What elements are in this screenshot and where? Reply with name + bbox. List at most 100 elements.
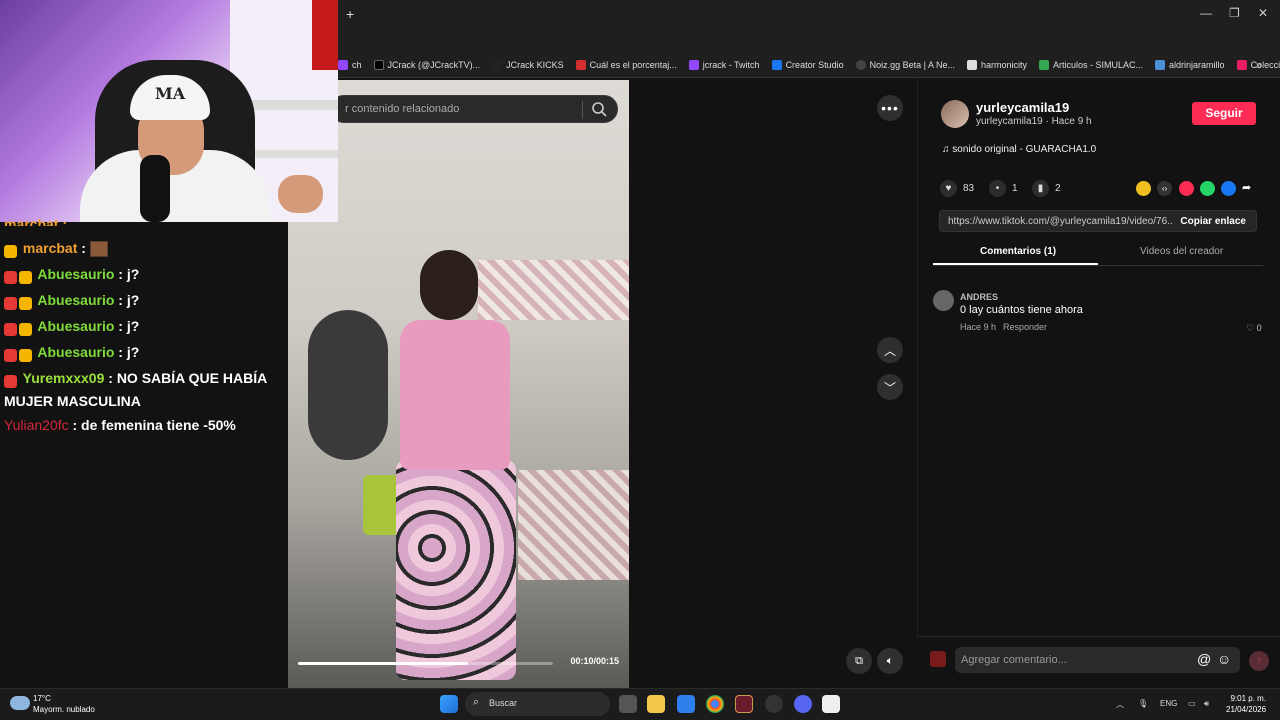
- bookmark-item[interactable]: jcrack - Twitch: [688, 60, 760, 70]
- share-friends-icon[interactable]: [1136, 181, 1151, 196]
- bookmark-item[interactable]: Articulos - SIMULAC...: [1039, 60, 1143, 70]
- obs-icon[interactable]: [735, 695, 753, 713]
- chat-username[interactable]: Yuremxxx09: [23, 370, 105, 386]
- video-scene-curtain: [478, 260, 629, 320]
- streamer-webcam: MA: [0, 0, 338, 222]
- comment-like-button[interactable]: ♡ 0: [1246, 323, 1262, 334]
- heart-outline-icon: ♡: [1246, 323, 1257, 333]
- whatsapp-icon[interactable]: [1200, 181, 1215, 196]
- tray-expand-icon[interactable]: ︿: [1116, 699, 1124, 710]
- commenter-avatar[interactable]: [933, 290, 954, 311]
- video-url[interactable]: https://www.tiktok.com/@yurleycamila19/v…: [948, 216, 1172, 227]
- document-icon[interactable]: [822, 695, 840, 713]
- commenter-name[interactable]: ANDRES: [960, 292, 998, 302]
- bookmark-item[interactable]: Noiz.gg Beta | A Ne...: [855, 60, 955, 70]
- kick-icon: [492, 60, 503, 70]
- taskbar-search[interactable]: ⌕ Buscar: [465, 692, 610, 716]
- weather-temp: 17°C: [33, 694, 51, 703]
- share-icon[interactable]: ➦: [1242, 181, 1257, 196]
- chat-text: : j?: [118, 292, 140, 308]
- facebook-icon: [771, 60, 782, 70]
- chat-username[interactable]: Abuesaurio: [37, 266, 114, 282]
- bookmark-item[interactable]: harmonicity: [966, 60, 1027, 70]
- app-icon[interactable]: [765, 695, 783, 713]
- reply-button[interactable]: Responder: [1003, 322, 1047, 332]
- chat-message: marcbat :: [4, 238, 284, 261]
- bookmark-item[interactable]: JCrack KICKS: [492, 60, 564, 70]
- cam-red-decor: [312, 0, 338, 70]
- task-view-icon[interactable]: [619, 695, 637, 713]
- bookmark-item[interactable]: JCrack (@JCrackTV)...: [373, 60, 480, 70]
- restore-icon[interactable]: ❐: [1229, 6, 1240, 20]
- save-button[interactable]: ▮ 2: [1032, 180, 1061, 197]
- creator-avatar[interactable]: [941, 100, 969, 128]
- previous-video-button[interactable]: ︿: [877, 337, 903, 363]
- chevron-down-icon: ﹀: [883, 380, 896, 395]
- chat-username[interactable]: marcbat: [23, 240, 77, 256]
- badge-icon: [4, 240, 19, 261]
- mention-icon[interactable]: @: [1197, 651, 1211, 667]
- video-player[interactable]: 00:10/00:15: [288, 80, 629, 688]
- chat-message: Abuesaurio : j?: [4, 290, 284, 313]
- bookmark-item[interactable]: Creator Studio: [771, 60, 844, 70]
- bookmarks-more-icon[interactable]: »: [1256, 60, 1262, 72]
- more-options-button[interactable]: •••: [877, 95, 903, 121]
- send-icon[interactable]: [1179, 181, 1194, 196]
- video-progress-bar[interactable]: [298, 662, 553, 665]
- system-clock[interactable]: 9:01 p. m. 21/04/2026: [1226, 693, 1266, 715]
- chat-username[interactable]: Yulian20fc: [4, 417, 69, 433]
- comment-input[interactable]: Agregar comentario... @ ☺: [955, 647, 1240, 673]
- bookmark-item[interactable]: ch: [338, 60, 362, 70]
- video-scene-dancer-head: [420, 250, 478, 320]
- chrome-icon[interactable]: [706, 695, 724, 713]
- network-icon[interactable]: ▭: [1188, 699, 1196, 708]
- file-explorer-icon[interactable]: [647, 695, 665, 713]
- copy-link-button[interactable]: Copiar enlace: [1180, 216, 1246, 227]
- chat-message: Abuesaurio : j?: [4, 264, 284, 287]
- pip-button[interactable]: ⧉: [846, 648, 872, 674]
- speaker-icon[interactable]: 🔊︎: [1204, 699, 1209, 709]
- mail-icon[interactable]: [677, 695, 695, 713]
- close-icon[interactable]: ✕: [1258, 6, 1268, 20]
- microphone-icon[interactable]: 🎙︎: [1138, 699, 1148, 708]
- embed-icon[interactable]: ‹›: [1157, 181, 1172, 196]
- search-divider: [582, 101, 583, 119]
- bookmark-item[interactable]: aldrinjaramillo: [1155, 60, 1225, 70]
- bookmark-item[interactable]: Cuál es el porcentaj...: [575, 60, 677, 70]
- cam-microphone: [140, 155, 170, 222]
- sound-link[interactable]: ♫ sonido original - GUARACHA1.0: [942, 144, 1096, 155]
- bookmark-icon: [1155, 60, 1166, 70]
- search-icon[interactable]: [591, 101, 607, 117]
- comment-text: 0 lay cuántos tiene ahora: [960, 304, 1083, 316]
- minimize-icon[interactable]: —: [1200, 6, 1212, 20]
- chat-username[interactable]: Abuesaurio: [37, 344, 114, 360]
- tab-comments[interactable]: Comentarios (1): [980, 246, 1056, 257]
- volume-button[interactable]: 🔈︎: [877, 648, 903, 674]
- next-video-button[interactable]: ﹀: [877, 374, 903, 400]
- new-tab-button[interactable]: +: [346, 6, 354, 22]
- tab-creator-videos[interactable]: Videos del creador: [1140, 246, 1223, 257]
- chat-username[interactable]: Abuesaurio: [37, 292, 114, 308]
- pip-icon: ⧉: [855, 654, 863, 667]
- language-indicator[interactable]: ENG: [1160, 699, 1177, 708]
- weather-widget[interactable]: 17°C Mayorm. nublado: [33, 693, 95, 715]
- follow-button[interactable]: Seguir: [1192, 102, 1256, 125]
- related-search-input[interactable]: r contenido relacionado: [330, 95, 618, 123]
- start-icon[interactable]: [440, 695, 458, 713]
- comment-button[interactable]: • 1: [989, 180, 1018, 197]
- bookmarks-list: ch JCrack (@JCrackTV)... JCrack KICKS Cu…: [338, 60, 1280, 70]
- discord-icon[interactable]: [794, 695, 812, 713]
- weather-icon[interactable]: [10, 696, 30, 710]
- user-avatar[interactable]: [930, 651, 946, 667]
- more-icon: •••: [881, 100, 899, 116]
- chat-username[interactable]: Abuesaurio: [37, 318, 114, 334]
- chat-message: Yuremxxx09 : NO SABÍA QUE HABÍA MUJER MA…: [4, 368, 284, 412]
- emoji-icon[interactable]: ☺: [1217, 651, 1231, 667]
- music-note-icon: ♫: [942, 144, 953, 155]
- like-button[interactable]: ♥ 83: [940, 180, 974, 197]
- facebook-icon[interactable]: [1221, 181, 1236, 196]
- creator-username[interactable]: yurleycamila19: [976, 100, 1069, 115]
- chat-text: : de femenina tiene -50%: [72, 417, 236, 433]
- send-comment-button[interactable]: ↑: [1249, 651, 1269, 671]
- tabs-divider: [933, 265, 1263, 266]
